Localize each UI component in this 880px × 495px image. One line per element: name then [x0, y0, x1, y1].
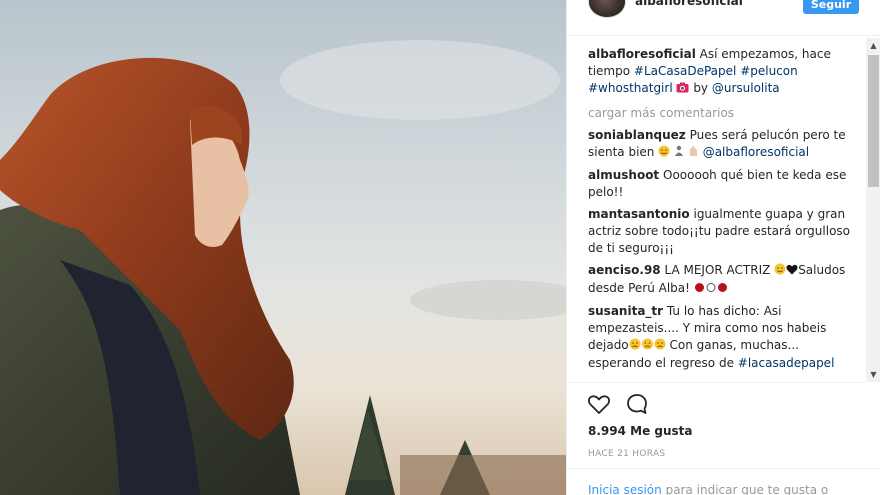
divider — [567, 382, 866, 383]
login-link[interactable]: Inicia sesión — [588, 483, 662, 495]
person-emoji-icon — [674, 145, 684, 162]
smiley-emoji-icon — [658, 145, 670, 162]
comment-username[interactable]: susanita_tr — [588, 304, 663, 318]
avatar[interactable] — [588, 0, 626, 18]
comments-scrollbar[interactable]: ▲ ▼ — [866, 38, 880, 382]
scroll-down-arrow-icon[interactable]: ▼ — [866, 367, 880, 382]
camera-emoji-icon — [676, 81, 689, 98]
mention-link[interactable]: @albafloresoficial — [703, 145, 809, 159]
login-prompt-text: para indicar que te gusta o — [665, 483, 829, 495]
post-sidebar: albafloresoficial Seguir albafloresofici… — [566, 0, 880, 495]
action-bar — [587, 392, 649, 418]
header-username[interactable]: albafloresoficial — [635, 0, 743, 8]
comments-list: albafloresoficial Así empezamos, hace ti… — [588, 46, 866, 380]
caption: albafloresoficial Así empezamos, hace ti… — [588, 46, 866, 98]
sad-emoji-icon — [629, 338, 666, 355]
post-header: albafloresoficial Seguir — [567, 0, 880, 36]
caption-by: by — [693, 81, 709, 95]
hashtag-link[interactable]: #LaCasaDePapel — [634, 64, 736, 78]
mention-link[interactable]: @ursulolita — [712, 81, 780, 95]
hand-emoji-icon — [688, 145, 699, 162]
follow-button[interactable]: Seguir — [803, 0, 859, 14]
hashtag-link[interactable]: #pelucon — [740, 64, 798, 78]
comment-bubble-icon[interactable] — [625, 392, 649, 416]
comment-item: almushoot Ooooooh qué bien te keda ese p… — [588, 167, 866, 201]
scrollbar-thumb[interactable] — [868, 55, 879, 187]
comment-item: soniablanquez Pues será pelucón pero te … — [588, 127, 866, 162]
comment-username[interactable]: almushoot — [588, 168, 659, 182]
hashtag-link[interactable]: #lacasadepapel — [738, 356, 835, 370]
heart-emoji-icon — [786, 263, 798, 280]
comment-username[interactable]: soniablanquez — [588, 128, 686, 142]
scroll-up-arrow-icon[interactable]: ▲ — [866, 38, 880, 53]
photo-illustration — [0, 40, 566, 495]
comment-item: mantasantonio igualmente guapa y gran ac… — [588, 206, 866, 257]
divider — [567, 468, 880, 469]
caption-username[interactable]: albafloresoficial — [588, 47, 696, 61]
post-timestamp: HACE 21 HORAS — [588, 449, 666, 459]
comment-username[interactable]: aenciso.98 — [588, 263, 661, 277]
flag-dots-emoji-icon — [694, 281, 728, 298]
likes-count[interactable]: 8.994 Me gusta — [588, 424, 693, 438]
comment-item: aenciso.98 LA MEJOR ACTRIZ Saludos desde… — [588, 262, 866, 298]
comment-text: LA MEJOR ACTRIZ — [664, 263, 771, 277]
login-prompt: Inicia sesión para indicar que te gusta … — [588, 483, 828, 495]
heart-icon[interactable] — [587, 392, 611, 416]
smiley-emoji-icon — [774, 263, 786, 280]
hashtag-link[interactable]: #whosthatgirl — [588, 81, 673, 95]
post-photo[interactable] — [0, 0, 566, 495]
comment-username[interactable]: mantasantonio — [588, 207, 690, 221]
load-more-comments[interactable]: cargar más comentarios — [588, 105, 866, 122]
comment-item: susanita_tr Tu lo has dicho: Asi empezas… — [588, 303, 866, 372]
